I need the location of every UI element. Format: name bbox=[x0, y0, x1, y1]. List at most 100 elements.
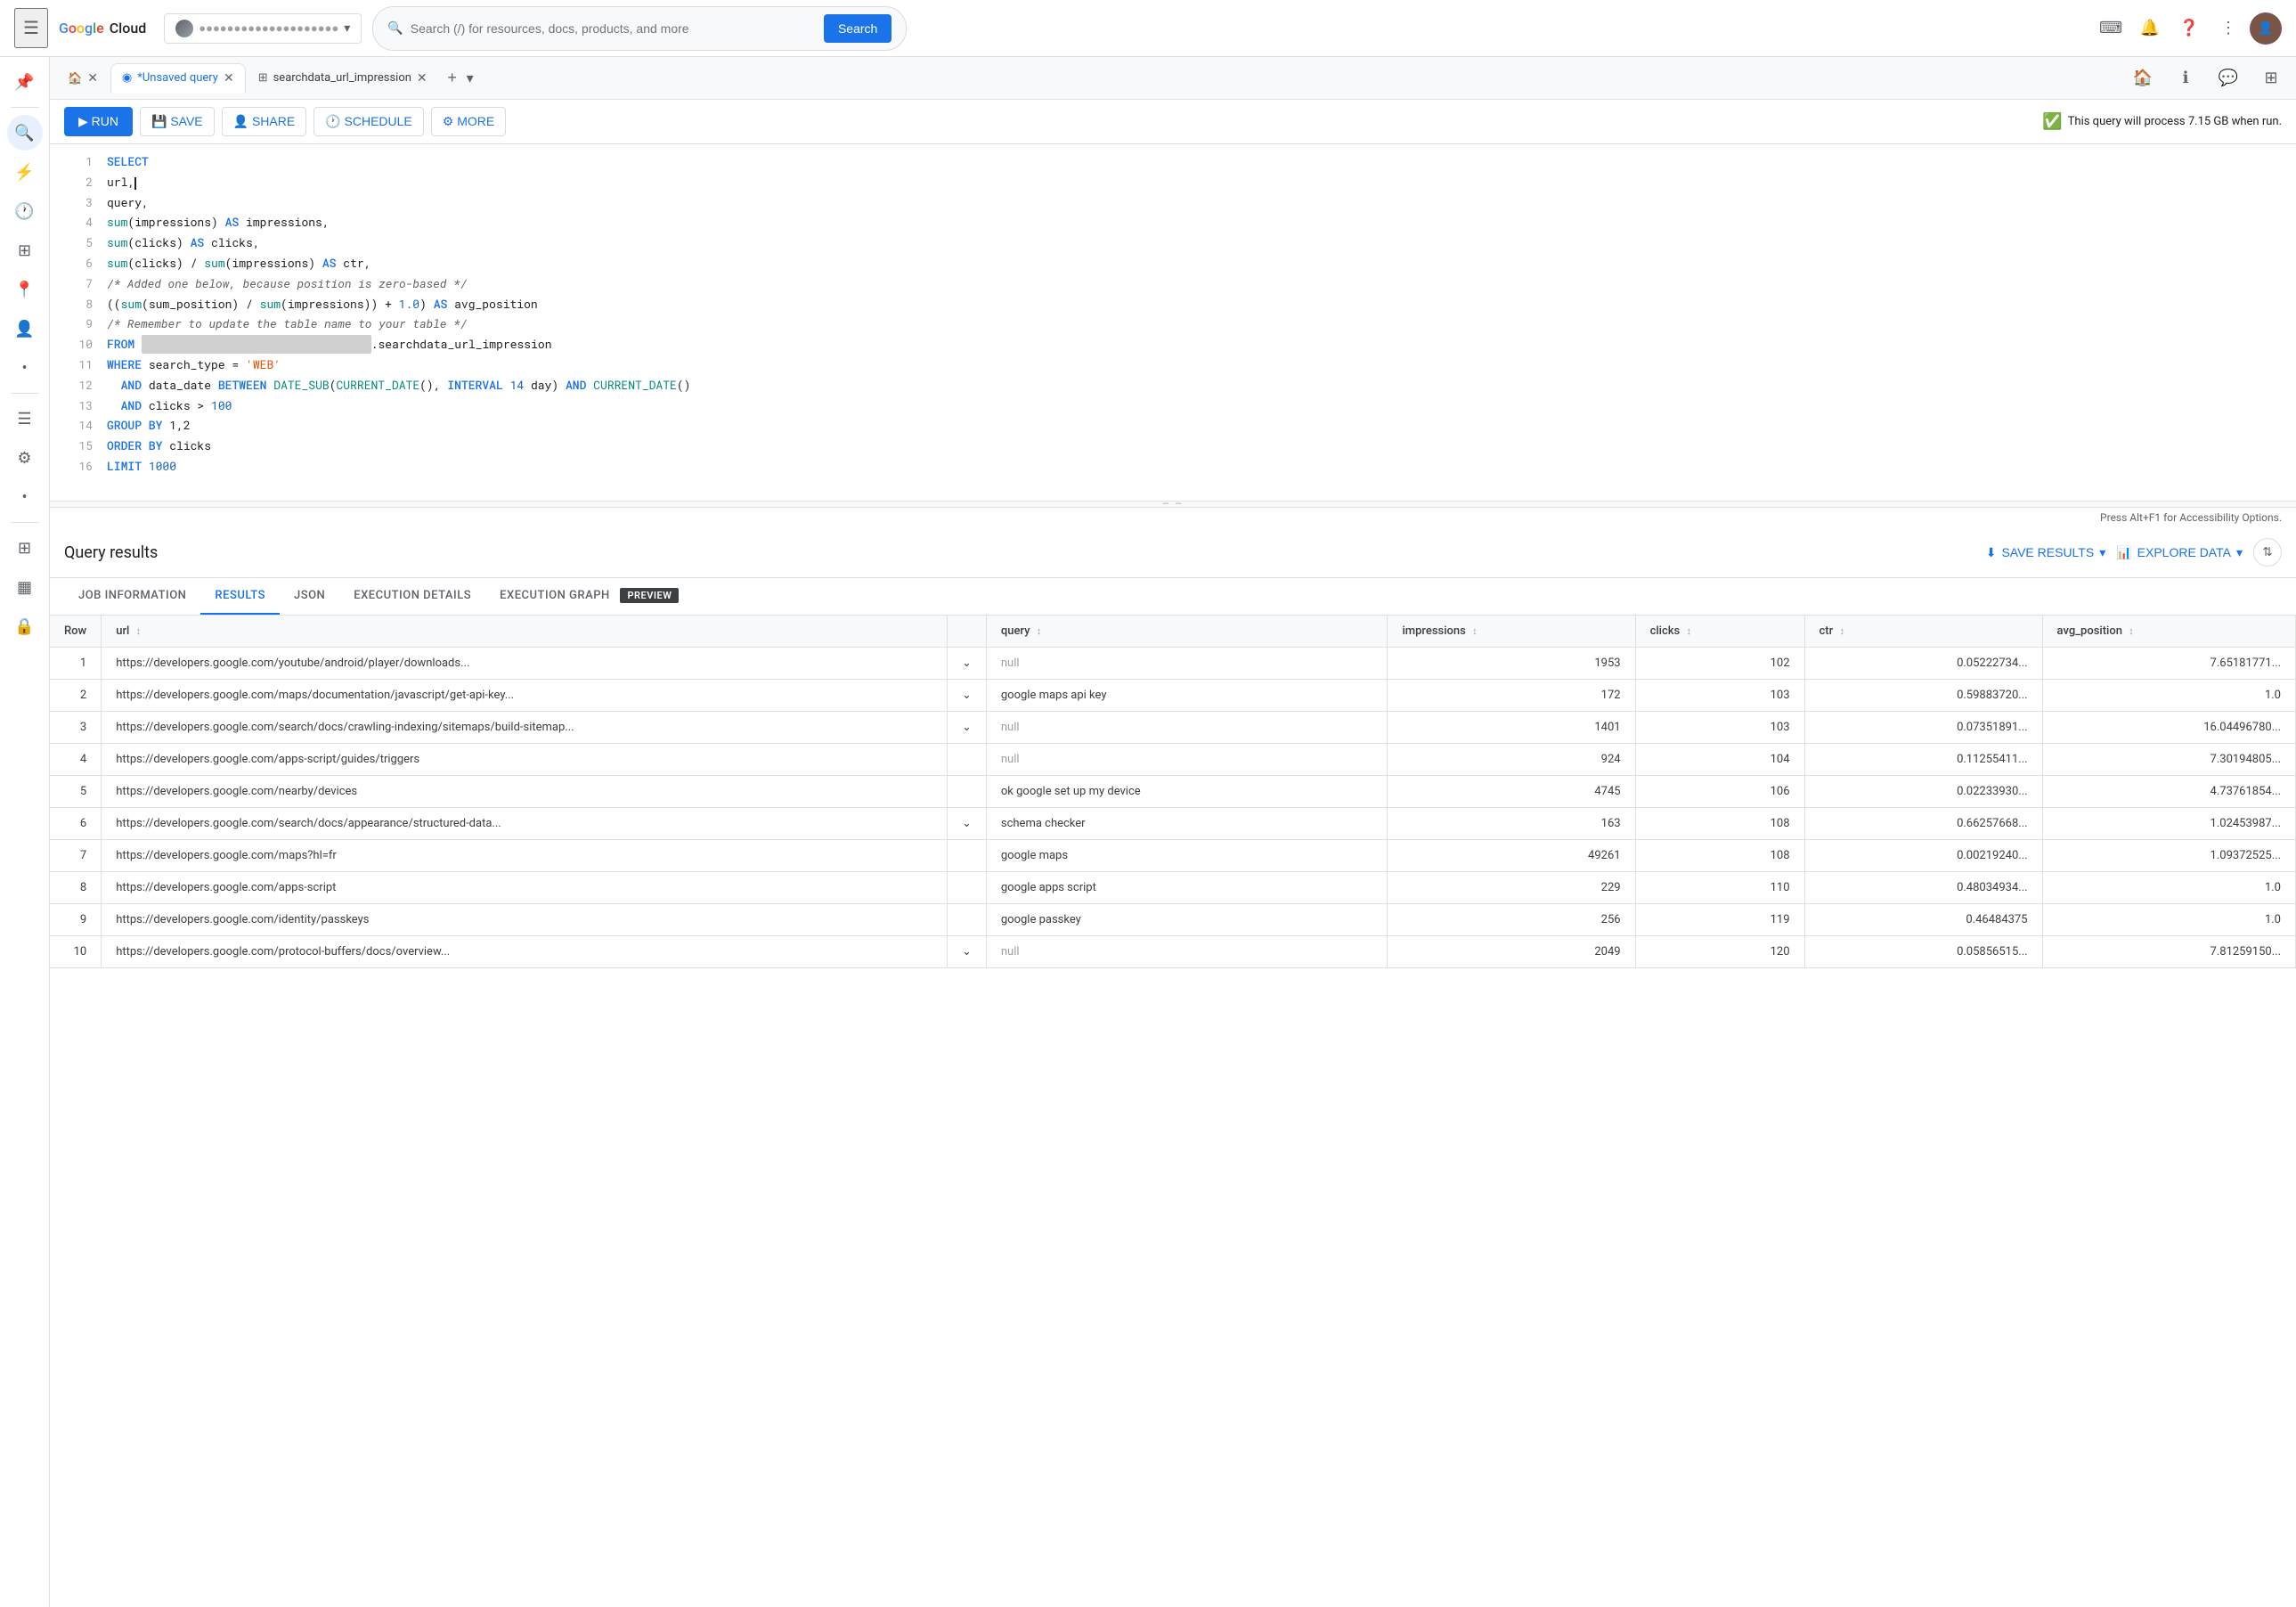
th-ctr[interactable]: ctr ↕ bbox=[1804, 616, 2042, 648]
code-line-3: 3 query, bbox=[50, 192, 2296, 213]
share-button[interactable]: 👤 SHARE bbox=[222, 107, 307, 136]
explore-data-button[interactable]: 📊 EXPLORE DATA ▾ bbox=[2116, 545, 2243, 560]
tab-overflow-button[interactable]: ▾ bbox=[467, 69, 474, 87]
expand-button[interactable]: ⇅ bbox=[2253, 538, 2282, 567]
expand-url-cell[interactable]: ⌄ bbox=[947, 808, 986, 840]
url-cell[interactable]: https://developers.google.com/identity/p… bbox=[102, 904, 948, 936]
tab-home-btn[interactable]: 🏠 bbox=[2125, 61, 2161, 96]
url-cell[interactable]: https://developers.google.com/youtube/an… bbox=[102, 648, 948, 680]
tab-chat-btn[interactable]: 💬 bbox=[2211, 61, 2246, 96]
search-input[interactable] bbox=[411, 21, 817, 36]
tab-info-btn[interactable]: ℹ bbox=[2168, 61, 2203, 96]
tab-execution-graph[interactable]: EXECUTION GRAPH PREVIEW bbox=[485, 578, 693, 615]
resize-handle[interactable]: — — bbox=[50, 501, 2296, 508]
help-button[interactable]: ❓ bbox=[2171, 11, 2207, 46]
query-cell: google apps script bbox=[986, 872, 1388, 904]
run-button[interactable]: ▶ RUN bbox=[64, 107, 133, 136]
add-tab-button[interactable]: + bbox=[440, 66, 465, 91]
expand-url-cell[interactable]: ⌄ bbox=[947, 680, 986, 712]
url-cell[interactable]: https://developers.google.com/apps-scrip… bbox=[102, 744, 948, 776]
google-cloud-logo: Google Cloud bbox=[59, 20, 146, 37]
tab-json[interactable]: JSON bbox=[280, 578, 339, 615]
sidebar-icon-person[interactable]: 👤 bbox=[7, 311, 43, 347]
more-button[interactable]: ⚙ MORE bbox=[431, 107, 506, 136]
th-url[interactable]: url ↕ bbox=[102, 616, 948, 648]
row-number: 10 bbox=[50, 936, 102, 968]
url-cell[interactable]: https://developers.google.com/nearby/dev… bbox=[102, 776, 948, 808]
more-options-button[interactable]: ⋮ bbox=[2211, 11, 2246, 46]
tab-bar-actions: 🏠 ℹ 💬 ⊞ bbox=[2125, 61, 2289, 96]
terminal-button[interactable]: ⌨ bbox=[2093, 11, 2129, 46]
th-impressions[interactable]: impressions ↕ bbox=[1388, 616, 1635, 648]
save-button[interactable]: 💾 SAVE bbox=[140, 107, 215, 136]
sidebar-icon-pin2[interactable]: 📍 bbox=[7, 272, 43, 307]
th-query[interactable]: query ↕ bbox=[986, 616, 1388, 648]
url-cell[interactable]: https://developers.google.com/search/doc… bbox=[102, 808, 948, 840]
expand-url-cell[interactable]: ⌄ bbox=[947, 712, 986, 744]
sidebar-icon-search[interactable]: 🔍 bbox=[7, 115, 43, 151]
tab-searchdata[interactable]: ⊞ searchdata_url_impression ✕ bbox=[248, 64, 438, 93]
url-cell[interactable]: https://developers.google.com/maps/docum… bbox=[102, 680, 948, 712]
notifications-button[interactable]: 🔔 bbox=[2132, 11, 2168, 46]
url-cell[interactable]: https://developers.google.com/maps?hl=fr bbox=[102, 840, 948, 872]
tab-results[interactable]: RESULTS bbox=[200, 578, 280, 615]
sidebar-icon-list[interactable]: ☰ bbox=[7, 401, 43, 436]
tab-home-close[interactable]: ✕ bbox=[87, 70, 98, 86]
user-avatar[interactable]: 👤 bbox=[2250, 12, 2282, 45]
global-search-bar[interactable]: 🔍 Search bbox=[372, 6, 907, 51]
row-number: 6 bbox=[50, 808, 102, 840]
th-avg-position[interactable]: avg_position ↕ bbox=[2042, 616, 2295, 648]
tab-job-information[interactable]: JOB INFORMATION bbox=[64, 578, 200, 615]
url-cell[interactable]: https://developers.google.com/apps-scrip… bbox=[102, 872, 948, 904]
search-button[interactable]: Search bbox=[824, 14, 892, 43]
tab-execution-details[interactable]: EXECUTION DETAILS bbox=[339, 578, 485, 615]
clicks-cell: 120 bbox=[1635, 936, 1804, 968]
sidebar-icon-table[interactable]: ▦ bbox=[7, 569, 43, 605]
row-number: 3 bbox=[50, 712, 102, 744]
project-name: ●●●●●●●●●●●●●●●●●●●● bbox=[199, 21, 338, 36]
sidebar-icon-lock[interactable]: 🔒 bbox=[7, 608, 43, 644]
sidebar-icon-compare[interactable]: ⊞ bbox=[7, 232, 43, 268]
expand-url-cell[interactable]: ⌄ bbox=[947, 648, 986, 680]
no-expand-cell bbox=[947, 744, 986, 776]
sidebar-icon-settings[interactable]: ⚙ bbox=[7, 440, 43, 476]
expand-url-cell[interactable]: ⌄ bbox=[947, 936, 986, 968]
impressions-cell: 256 bbox=[1388, 904, 1635, 936]
impressions-cell: 172 bbox=[1388, 680, 1635, 712]
logo-g: Google bbox=[59, 20, 104, 37]
url-cell[interactable]: https://developers.google.com/search/doc… bbox=[102, 712, 948, 744]
tab-unsaved-close[interactable]: ✕ bbox=[224, 71, 234, 86]
sidebar-icon-tune[interactable]: ⚡ bbox=[7, 154, 43, 190]
code-line-15: 15 ORDER BY clicks bbox=[50, 436, 2296, 456]
avg-position-cell: 1.0 bbox=[2042, 680, 2295, 712]
explore-dropdown[interactable]: ▾ bbox=[2236, 545, 2243, 560]
table-row: 1 https://developers.google.com/youtube/… bbox=[50, 648, 2296, 680]
th-clicks[interactable]: clicks ↕ bbox=[1635, 616, 1804, 648]
code-line-1: 1 SELECT bbox=[50, 151, 2296, 172]
url-cell[interactable]: https://developers.google.com/protocol-b… bbox=[102, 936, 948, 968]
table-row: 3 https://developers.google.com/search/d… bbox=[50, 712, 2296, 744]
clicks-cell: 106 bbox=[1635, 776, 1804, 808]
clicks-cell: 110 bbox=[1635, 872, 1804, 904]
sidebar-icon-history[interactable]: 🕐 bbox=[7, 193, 43, 229]
sidebar: 📌 🔍 ⚡ 🕐 ⊞ 📍 👤 • ☰ ⚙ • ⊞ ▦ 🔒 bbox=[0, 57, 50, 1607]
tab-searchdata-close[interactable]: ✕ bbox=[417, 71, 427, 86]
impressions-cell: 229 bbox=[1388, 872, 1635, 904]
ctr-cell: 0.02233930... bbox=[1804, 776, 2042, 808]
tab-split-btn[interactable]: ⊞ bbox=[2253, 61, 2289, 96]
table-row: 7 https://developers.google.com/maps?hl=… bbox=[50, 840, 2296, 872]
code-editor[interactable]: 1 SELECT 2 url, 3 query, 4 sum(impressio… bbox=[50, 144, 2296, 501]
schedule-button[interactable]: 🕐 SCHEDULE bbox=[313, 107, 424, 136]
save-results-button[interactable]: ⬇ SAVE RESULTS ▾ bbox=[1986, 545, 2106, 560]
save-results-dropdown[interactable]: ▾ bbox=[2099, 545, 2105, 560]
project-selector[interactable]: ●●●●●●●●●●●●●●●●●●●● ▾ bbox=[164, 13, 362, 44]
check-icon: ✅ bbox=[2042, 112, 2062, 131]
sidebar-icon-dashboard[interactable]: ⊞ bbox=[7, 530, 43, 566]
tab-home[interactable]: 🏠 ✕ bbox=[57, 63, 109, 93]
sidebar-icon-pin[interactable]: 📌 bbox=[7, 64, 43, 100]
clicks-cell: 102 bbox=[1635, 648, 1804, 680]
menu-button[interactable]: ☰ bbox=[14, 8, 48, 48]
avg-position-cell: 7.65181771... bbox=[2042, 648, 2295, 680]
tab-unsaved-query[interactable]: ◉ *Unsaved query ✕ bbox=[110, 63, 246, 94]
data-table-wrapper[interactable]: Row url ↕ query ↕ impressions ↕ clicks ↕… bbox=[50, 616, 2296, 1607]
